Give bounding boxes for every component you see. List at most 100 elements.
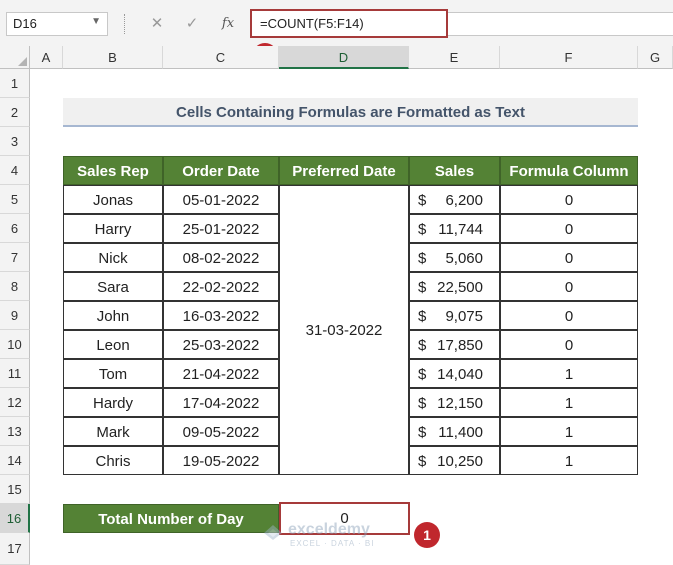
row-header-12[interactable]: 12 (0, 388, 30, 417)
cell-sales[interactable]: $14,040 (409, 359, 500, 388)
formula-input[interactable]: =COUNT(F5:F14) (250, 9, 448, 38)
cell-order-date[interactable]: 09-05-2022 (163, 417, 279, 446)
sales-amount: 14,040 (437, 366, 483, 383)
currency-symbol: $ (418, 337, 427, 354)
column-header-e[interactable]: E (409, 46, 500, 69)
enter-icon[interactable]: ✓ (180, 12, 204, 36)
column-header-b[interactable]: B (63, 46, 163, 69)
row-header-7[interactable]: 7 (0, 243, 30, 272)
sales-amount: 5,060 (445, 250, 483, 267)
cell-formula-column[interactable]: 0 (500, 330, 638, 359)
row-header-1[interactable]: 1 (0, 69, 30, 98)
formula-bar-separator (124, 14, 125, 34)
cell-formula-column[interactable]: 1 (500, 417, 638, 446)
column-header-a[interactable]: A (30, 46, 63, 69)
cell-sales-rep[interactable]: Chris (63, 446, 163, 475)
cell-formula-column[interactable]: 1 (500, 359, 638, 388)
currency-symbol: $ (418, 453, 427, 470)
currency-symbol: $ (418, 395, 427, 412)
formula-input-extension[interactable] (448, 12, 673, 36)
cell-sales-rep[interactable]: Harry (63, 214, 163, 243)
currency-symbol: $ (418, 308, 427, 325)
callout-badge-1: 1 (414, 522, 440, 548)
cancel-icon[interactable]: ✕ (145, 12, 169, 36)
row-header-6[interactable]: 6 (0, 214, 30, 243)
sales-amount: 22,500 (437, 279, 483, 296)
cell-order-date[interactable]: 21-04-2022 (163, 359, 279, 388)
row-header-9[interactable]: 9 (0, 301, 30, 330)
cell-sales[interactable]: $5,060 (409, 243, 500, 272)
row-header-17[interactable]: 17 (0, 533, 30, 565)
cell-order-date[interactable]: 25-01-2022 (163, 214, 279, 243)
column-header-c[interactable]: C (163, 46, 279, 69)
cell-order-date[interactable]: 16-03-2022 (163, 301, 279, 330)
insert-function-icon[interactable]: fx (216, 12, 240, 36)
row-header-16[interactable]: 16 (0, 504, 30, 533)
currency-symbol: $ (418, 424, 427, 441)
cell-formula-column[interactable]: 0 (500, 301, 638, 330)
header-preferred-date: Preferred Date (279, 156, 409, 185)
chevron-down-icon[interactable]: ▼ (91, 16, 101, 27)
cell-sales[interactable]: $17,850 (409, 330, 500, 359)
cell-sales-rep[interactable]: Hardy (63, 388, 163, 417)
cell-sales-rep[interactable]: Sara (63, 272, 163, 301)
cell-formula-column[interactable]: 0 (500, 272, 638, 301)
cell-formula-column[interactable]: 1 (500, 388, 638, 417)
column-header-d[interactable]: D (279, 46, 409, 69)
row-header-13[interactable]: 13 (0, 417, 30, 446)
cell-sales-rep[interactable]: Nick (63, 243, 163, 272)
row-header-8[interactable]: 8 (0, 272, 30, 301)
cell-formula-column[interactable]: 0 (500, 214, 638, 243)
cell-sales[interactable]: $9,075 (409, 301, 500, 330)
cell-sales[interactable]: $11,744 (409, 214, 500, 243)
row-header-15[interactable]: 15 (0, 475, 30, 504)
row-header-4[interactable]: 4 (0, 156, 30, 185)
header-order-date: Order Date (163, 156, 279, 185)
row-header-14[interactable]: 14 (0, 446, 30, 475)
cell-sales[interactable]: $10,250 (409, 446, 500, 475)
cell-formula-column[interactable]: 0 (500, 185, 638, 214)
preferred-date-cell[interactable]: 31-03-2022 (279, 185, 409, 475)
cell-sales[interactable]: $22,500 (409, 272, 500, 301)
cell-sales-rep[interactable]: Mark (63, 417, 163, 446)
row-header-11[interactable]: 11 (0, 359, 30, 388)
sales-amount: 12,150 (437, 395, 483, 412)
cell-sales[interactable]: $11,400 (409, 417, 500, 446)
sales-amount: 10,250 (437, 453, 483, 470)
cell-sales-rep[interactable]: John (63, 301, 163, 330)
cell-order-date[interactable]: 05-01-2022 (163, 185, 279, 214)
cell-sales[interactable]: $12,150 (409, 388, 500, 417)
sales-amount: 11,400 (438, 424, 483, 441)
cell-order-date[interactable]: 25-03-2022 (163, 330, 279, 359)
cell-formula-column[interactable]: 1 (500, 446, 638, 475)
row-header-2[interactable]: 2 (0, 98, 30, 127)
currency-symbol: $ (418, 221, 427, 238)
column-header-f[interactable]: F (500, 46, 638, 69)
row-header-3[interactable]: 3 (0, 127, 30, 156)
cell-order-date[interactable]: 17-04-2022 (163, 388, 279, 417)
cell-formula-column[interactable]: 0 (500, 243, 638, 272)
currency-symbol: $ (418, 279, 427, 296)
header-sales-rep: Sales Rep (63, 156, 163, 185)
cell-order-date[interactable]: 22-02-2022 (163, 272, 279, 301)
cell-order-date[interactable]: 08-02-2022 (163, 243, 279, 272)
name-box[interactable]: D16 ▼ (6, 12, 108, 36)
column-header-g[interactable]: G (638, 46, 673, 69)
select-all-corner[interactable] (0, 46, 30, 69)
sales-amount: 17,850 (437, 337, 483, 354)
cell-order-date[interactable]: 19-05-2022 (163, 446, 279, 475)
watermark-name: exceldemy (288, 521, 370, 538)
cell-sales-rep[interactable]: Tom (63, 359, 163, 388)
cell-sales-rep[interactable]: Leon (63, 330, 163, 359)
total-label[interactable]: Total Number of Day (63, 504, 279, 533)
sales-amount: 6,200 (445, 192, 483, 209)
watermark: exceldemy EXCEL · DATA · BI (262, 521, 412, 551)
sales-amount: 11,744 (438, 221, 483, 238)
row-header-10[interactable]: 10 (0, 330, 30, 359)
cell-sales[interactable]: $6,200 (409, 185, 500, 214)
row-header-5[interactable]: 5 (0, 185, 30, 214)
currency-symbol: $ (418, 366, 427, 383)
currency-symbol: $ (418, 250, 427, 267)
header-sales: Sales (409, 156, 500, 185)
cell-sales-rep[interactable]: Jonas (63, 185, 163, 214)
